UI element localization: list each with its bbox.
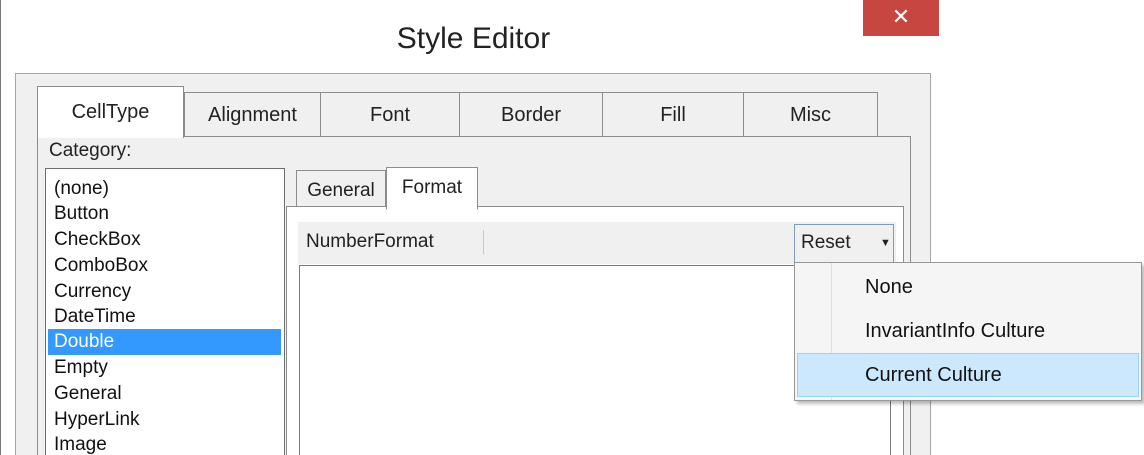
list-item[interactable]: ComboBox: [48, 253, 281, 279]
subtab-general[interactable]: General: [296, 170, 386, 208]
menu-item-none[interactable]: None: [797, 265, 1139, 309]
tab-label: Fill: [660, 104, 686, 126]
menu-item-current-culture[interactable]: Current Culture: [797, 353, 1139, 397]
list-item[interactable]: General: [48, 381, 281, 407]
list-item-selected[interactable]: Double: [48, 329, 281, 355]
reset-dropdown-button[interactable]: Reset ▼: [794, 224, 894, 264]
close-button[interactable]: ✕: [863, 0, 939, 36]
close-icon: ✕: [891, 4, 911, 29]
tab-label: Alignment: [208, 104, 297, 126]
chevron-down-icon: ▼: [880, 237, 891, 249]
list-item[interactable]: Currency: [48, 279, 281, 305]
subtab-label: Format: [401, 177, 463, 198]
menu-item-invariant-culture[interactable]: InvariantInfo Culture: [797, 309, 1139, 353]
list-item[interactable]: Empty: [48, 355, 281, 381]
list-item[interactable]: Button: [48, 201, 281, 227]
list-item[interactable]: DateTime: [48, 304, 281, 330]
tab-label: Border: [500, 104, 562, 126]
tab-fill[interactable]: Fill: [602, 92, 744, 136]
list-item[interactable]: Image: [48, 432, 281, 455]
subtab-format[interactable]: Format: [386, 167, 478, 210]
reset-label: Reset: [801, 232, 851, 253]
list-item[interactable]: CheckBox: [48, 227, 281, 253]
tab-label: Font: [369, 104, 411, 126]
window-title: Style Editor: [396, 22, 551, 55]
tab-font[interactable]: Font: [320, 92, 460, 136]
tab-border[interactable]: Border: [459, 92, 603, 136]
header-divider: [483, 230, 484, 254]
reset-dropdown-menu: None InvariantInfo Culture Current Cultu…: [794, 262, 1142, 401]
category-label: Category:: [49, 140, 132, 161]
tab-alignment[interactable]: Alignment: [184, 92, 321, 136]
number-format-label: NumberFormat: [306, 231, 434, 252]
category-listbox[interactable]: (none) Button CheckBox ComboBox Currency…: [45, 168, 285, 455]
tab-celltype[interactable]: CellType: [37, 86, 184, 138]
tab-label: CellType: [71, 101, 150, 123]
list-item[interactable]: (none): [48, 176, 281, 202]
tab-label: Misc: [789, 104, 832, 126]
tab-misc[interactable]: Misc: [743, 92, 878, 136]
subtab-label: General: [307, 180, 375, 201]
list-item[interactable]: HyperLink: [48, 407, 281, 433]
